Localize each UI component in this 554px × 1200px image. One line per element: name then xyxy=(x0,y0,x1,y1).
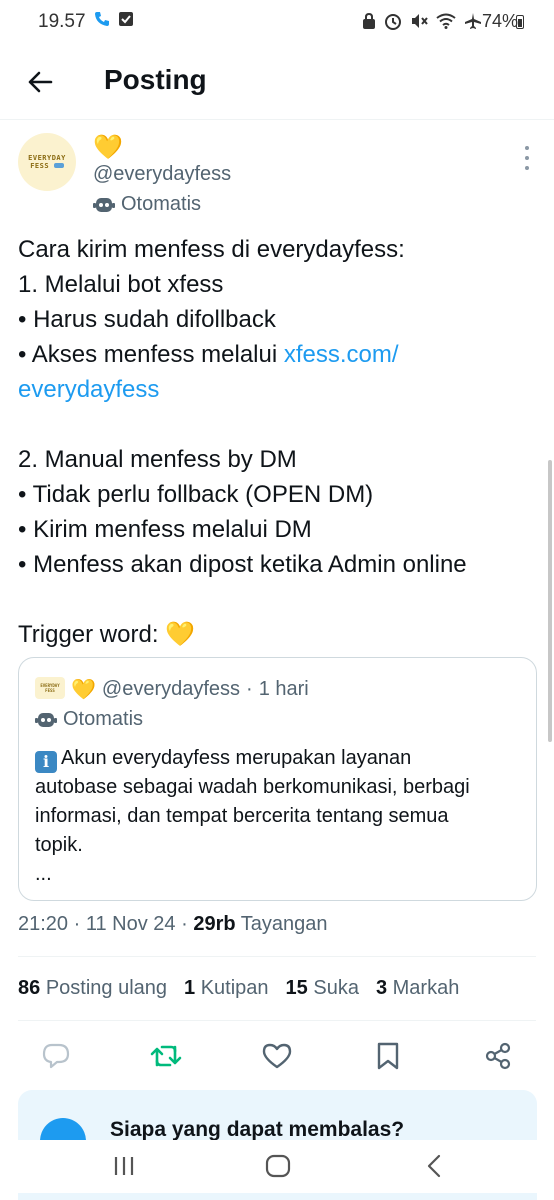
quote-separator: · xyxy=(246,678,253,700)
meta-separator: · xyxy=(181,913,188,935)
quote-automated-text: Otomatis xyxy=(63,708,144,730)
avatar-logo-text-2: FESS xyxy=(30,162,64,170)
tweet-line: • Harus sudah difollback xyxy=(18,306,276,333)
tweet-link-2[interactable]: everydayfess xyxy=(18,376,159,403)
who-can-reply-title: Siapa yang dapat membalas? xyxy=(110,1118,405,1140)
page-title: Posting xyxy=(104,64,207,95)
tweet-text: Cara kirim menfess di everydayfess: 1. M… xyxy=(18,232,538,652)
avatar-logo-text: EVERYDAY xyxy=(28,154,66,162)
post-time: 21:20 xyxy=(18,913,69,935)
post-date: 11 Nov 24 xyxy=(85,913,176,935)
quote-display-name: 💛 xyxy=(71,679,96,701)
share-button[interactable] xyxy=(478,1036,518,1076)
engagement-stats: 86 Posting ulang 1 Kutipan 15 Suka 3 Mar… xyxy=(18,977,459,1000)
tweet-line: • Menfess akan dipost ketika Admin onlin… xyxy=(18,551,467,578)
automated-label: Otomatis xyxy=(93,193,201,216)
tweet-line: • Kirim menfess melalui DM xyxy=(18,516,312,543)
info-icon: i xyxy=(35,751,57,773)
quote-line: autobase sebagai wadah berkomunikasi, be… xyxy=(35,776,470,798)
recents-button[interactable] xyxy=(106,1152,142,1180)
quote-line: informasi, dan tempat bercerita tentang … xyxy=(35,805,449,827)
alarm-icon xyxy=(384,12,402,35)
chevron-left-icon xyxy=(427,1154,441,1178)
bookmark-button[interactable] xyxy=(368,1036,408,1076)
quote-ellipsis: ... xyxy=(35,863,52,885)
bot-icon xyxy=(35,712,57,727)
stat-reposts[interactable]: 86 Posting ulang xyxy=(18,977,167,1000)
back-button[interactable] xyxy=(22,64,58,100)
system-navigation-bar xyxy=(0,1140,554,1193)
views-count[interactable]: 29rb xyxy=(193,913,235,935)
share-icon xyxy=(485,1042,511,1070)
next-banner-peek xyxy=(18,1193,537,1200)
check-box-icon xyxy=(118,11,134,32)
tweet-line: Cara kirim menfess di everydayfess: xyxy=(18,236,405,263)
author-display-name[interactable]: 💛 xyxy=(93,134,123,162)
quote-automated-label: Otomatis xyxy=(35,708,143,731)
more-options-button[interactable] xyxy=(520,146,534,170)
quoted-post[interactable]: EVERYDAY FESS 💛 @everydayfess · 1 hari Ot… xyxy=(18,657,537,901)
home-button[interactable] xyxy=(260,1152,296,1180)
quote-avatar: EVERYDAY FESS xyxy=(35,677,65,699)
status-bar: 19.57 74% xyxy=(0,0,554,44)
tweet-link[interactable]: xfess.com/ xyxy=(284,341,399,368)
action-bar xyxy=(0,1036,554,1076)
mute-icon xyxy=(410,12,428,35)
divider xyxy=(18,1020,536,1021)
battery-percent: 74% xyxy=(481,11,518,31)
stat-likes[interactable]: 15 Suka xyxy=(286,977,359,1000)
phone-call-icon xyxy=(94,11,110,32)
reply-icon xyxy=(42,1043,70,1069)
tweet-line: 1. Melalui bot xfess xyxy=(18,271,224,298)
quote-text: i Akun everydayfess merupakan layanan aut… xyxy=(35,744,525,889)
quote-line: i Akun everydayfess merupakan layanan xyxy=(35,744,525,773)
stat-quotes[interactable]: 1 Kutipan xyxy=(184,977,269,1000)
like-button[interactable] xyxy=(257,1036,297,1076)
mention-icon xyxy=(40,1118,86,1140)
bot-icon xyxy=(93,197,115,212)
repost-button[interactable] xyxy=(146,1036,186,1076)
quote-line: topik. xyxy=(35,834,83,856)
home-icon xyxy=(265,1154,291,1178)
like-icon xyxy=(262,1043,292,1069)
tweet-link-continued: everydayfess xyxy=(18,372,538,407)
tweet-line: 2. Manual menfess by DM xyxy=(18,446,297,473)
quote-header: 💛 @everydayfess · 1 hari xyxy=(71,677,309,702)
divider xyxy=(18,956,536,957)
lock-icon xyxy=(362,12,376,35)
reply-button[interactable] xyxy=(36,1036,76,1076)
quote-time: 1 hari xyxy=(258,678,309,700)
views-label: Tayangan xyxy=(240,913,328,935)
arrow-left-icon xyxy=(28,71,53,93)
tweet-line: • Tidak perlu follback (OPEN DM) xyxy=(18,481,374,508)
who-can-reply-banner: Siapa yang dapat membalas? xyxy=(18,1090,537,1140)
top-app-bar: Posting xyxy=(0,44,554,120)
automated-label-text: Otomatis xyxy=(121,193,202,215)
system-back-button[interactable] xyxy=(416,1152,452,1180)
tweet-line-text: • Akses menfess melalui xyxy=(18,341,284,368)
meta-separator: · xyxy=(73,913,81,935)
tweet-line-with-link: • Akses menfess melalui xfess.com/ xyxy=(18,337,538,372)
repost-icon xyxy=(150,1045,182,1067)
more-dots-icon xyxy=(525,146,529,150)
scrollbar[interactable] xyxy=(548,460,552,742)
battery-icon xyxy=(516,15,524,29)
status-time: 19.57 xyxy=(38,11,86,32)
author-handle[interactable]: @everydayfess xyxy=(93,163,231,186)
tweet-line: Trigger word: 💛 xyxy=(18,621,196,648)
avatar[interactable]: EVERYDAY FESS xyxy=(18,133,76,191)
airplane-icon xyxy=(464,12,482,35)
wifi-icon xyxy=(436,13,456,34)
quote-handle: @everydayfess xyxy=(101,678,241,700)
post-meta: 21:20 · 11 Nov 24 · 29rb Tayangan xyxy=(18,913,328,936)
bookmark-icon xyxy=(377,1042,399,1070)
stat-bookmarks[interactable]: 3 Markah xyxy=(376,977,459,1000)
recents-icon xyxy=(114,1157,134,1175)
